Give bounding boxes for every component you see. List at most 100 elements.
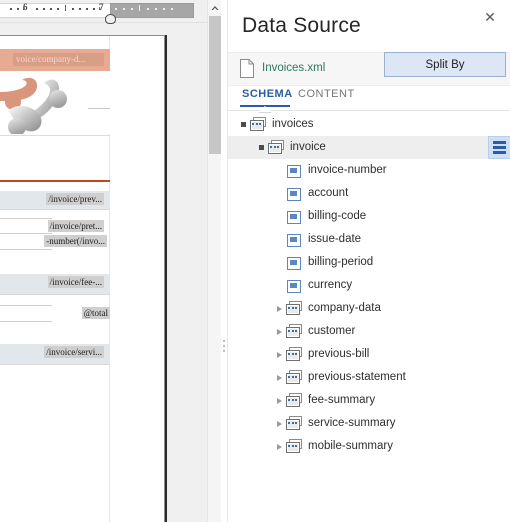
table-row[interactable]: /invoice/prev... [0,191,110,209]
tree-node-billing-period[interactable]: billing-period [228,251,510,274]
xml-container-icon [286,392,302,409]
xpath-field[interactable]: /invoice/pret... [47,220,104,232]
ruler-dot [10,8,12,10]
tree-node-previous-statement[interactable]: previous-statement [228,366,510,389]
company-logo [0,71,110,136]
cell-border [0,218,52,219]
xml-container-icon [286,369,302,386]
ruler-dot [86,8,88,10]
tree-node-invoices[interactable]: invoices [228,113,510,136]
expand-arrow-icon[interactable] [272,366,286,389]
xpath-field[interactable]: -number(/invo... [44,235,107,247]
tree-node-service-summary[interactable]: service-summary [228,412,510,435]
container-icon-dots [270,145,279,149]
ruler-dot [131,8,133,10]
container-icon-dots [288,329,297,333]
xml-element-icon [286,186,302,202]
ruler-dot [17,8,19,10]
tree-node-label: currency [308,279,353,291]
xpath-field[interactable]: @total [81,307,110,319]
xml-container-icon [286,415,302,432]
expand-arrow-icon[interactable] [272,297,286,320]
logo-divider [88,108,110,109]
tree-node-label: invoices [272,118,314,130]
ruler-dot [147,8,149,10]
xml-container-icon [286,300,302,317]
ruler-dot [163,8,165,10]
expand-arrow-icon[interactable] [272,320,286,343]
ruler-tick [23,7,24,10]
editor-vertical-scrollbar[interactable] [207,0,222,522]
horizontal-ruler[interactable]: 6 7 [0,0,207,24]
context-menu-item-split-by[interactable]: Split By [384,52,506,77]
tab-schema[interactable]: SCHEMA [242,88,293,100]
ruler-dot [50,8,52,10]
table-row[interactable]: /invoice/pret... [0,218,110,234]
xml-element-icon [286,255,302,271]
node-menu-hamburger-icon[interactable] [488,136,510,159]
header-xpath-field[interactable]: voice/company-d... [13,53,104,66]
tree-node-invoice-number[interactable]: invoice-number [228,159,510,182]
tree-node-fee-summary[interactable]: fee-summary [228,389,510,412]
tree-node-label: previous-statement [308,371,406,383]
tab-caret-icon [258,106,272,112]
collapse-arrow-icon[interactable] [254,136,268,159]
xpath-field[interactable]: /invoice/fee-... [47,276,104,288]
tree-node-mobile-summary[interactable]: mobile-summary [228,435,510,458]
no-arrow-spacer [272,228,286,251]
ruler-content-area [0,3,111,18]
tree-node-billing-code[interactable]: billing-code [228,205,510,228]
xml-container-icon [268,139,284,156]
tree-node-label: billing-code [308,210,367,222]
table-row[interactable]: @total [0,305,110,321]
table-row[interactable]: /invoice/servi... [0,344,110,364]
ruler-tick [139,5,140,11]
no-arrow-spacer [272,205,286,228]
collapse-arrow-icon[interactable] [236,113,250,136]
tree-node-label: company-data [308,302,381,314]
tree-node-account[interactable]: account [228,182,510,205]
ruler-dot [36,8,38,10]
container-icon-dots [288,352,297,356]
tab-content[interactable]: CONTENT [298,88,355,100]
ruler-dot [171,8,173,10]
scrollbar-thumb[interactable] [209,16,221,154]
xml-element-icon [286,232,302,248]
container-icon-dots [288,421,297,425]
xpath-field[interactable]: /invoice/servi... [44,346,104,358]
xml-element-icon [286,209,302,225]
ruler-tick [65,7,66,10]
container-icon-dots [288,398,297,402]
no-arrow-spacer [272,274,286,297]
document-page[interactable]: voice/company-d... /invoice/prev... /inv… [0,35,165,522]
tree-node-invoice[interactable]: invoice [228,136,510,159]
row-divider [0,294,110,295]
tree-node-issue-date[interactable]: issue-date [228,228,510,251]
close-icon[interactable]: ✕ [481,8,499,26]
table-row[interactable]: /invoice/fee-... [0,274,110,294]
data-source-file-name[interactable]: Invoices.xml [262,62,325,74]
tree-node-previous-bill[interactable]: previous-bill [228,343,510,366]
expand-arrow-icon[interactable] [272,412,286,435]
no-arrow-spacer [272,159,286,182]
scroll-up-icon[interactable] [208,0,222,15]
table-row[interactable]: -number(/invo... [0,233,110,249]
no-arrow-spacer [272,251,286,274]
expand-arrow-icon[interactable] [272,343,286,366]
ruler-dot [115,8,117,10]
schema-tree[interactable]: invoices invoice invoice-number account bill… [228,113,510,522]
tree-node-customer[interactable]: customer [228,320,510,343]
xml-container-icon [286,346,302,363]
tree-node-label: fee-summary [308,394,376,406]
tree-node-label: billing-period [308,256,374,268]
application-window: 6 7 voice/company-d... /invoice/prev... … [0,0,510,522]
xml-element-icon [286,163,302,179]
expand-arrow-icon[interactable] [272,435,286,458]
tree-node-currency[interactable]: currency [228,274,510,297]
container-icon-dots [288,375,297,379]
splitter-grip[interactable] [223,340,225,354]
indent-marker-handle[interactable] [105,14,116,24]
xpath-field[interactable]: /invoice/prev... [46,193,104,205]
expand-arrow-icon[interactable] [272,389,286,412]
tree-node-company-data[interactable]: company-data [228,297,510,320]
